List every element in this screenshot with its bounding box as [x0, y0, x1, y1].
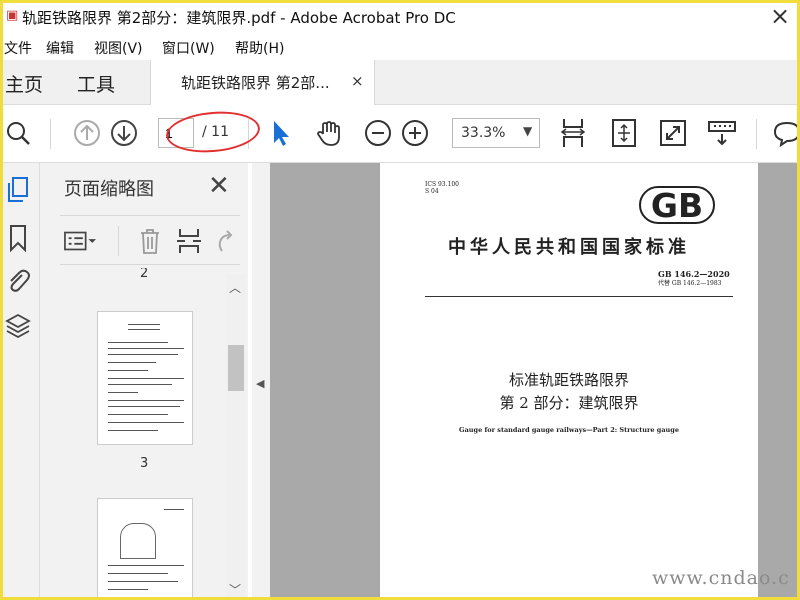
rotate-icon[interactable]: [208, 226, 240, 256]
navigation-rail: [0, 163, 40, 600]
menu-bar: 文件 编辑 视图(V) 窗口(W) 帮助(H): [0, 36, 800, 60]
chevron-up-icon[interactable]: ︿: [229, 279, 241, 296]
tab-tools[interactable]: 工具: [77, 70, 115, 97]
watermark-text: www.cndao.c: [652, 567, 790, 589]
menu-file[interactable]: 文件: [4, 38, 32, 58]
toolbar-divider: [756, 119, 757, 149]
search-icon[interactable]: [3, 118, 33, 148]
national-standard-heading: 中华人民共和国国家标准: [448, 237, 690, 258]
page-thumbnails-icon[interactable]: [4, 175, 32, 205]
bookmark-icon[interactable]: [4, 223, 32, 253]
keyboard-icon[interactable]: [707, 118, 737, 148]
zoom-value: 33.3%: [461, 125, 506, 141]
panel-divider: [118, 226, 119, 256]
full-screen-icon[interactable]: [658, 118, 688, 148]
chevron-down-icon: ▼: [523, 124, 533, 138]
thumbnail-page-4[interactable]: [97, 498, 193, 600]
chevron-down-icon[interactable]: ﹀: [229, 581, 241, 598]
standard-title-line2: 第 2 部分：建筑限界: [499, 394, 639, 412]
previous-page-icon[interactable]: [72, 118, 102, 148]
menu-window[interactable]: 窗口(W): [162, 38, 215, 58]
zoom-select[interactable]: 33.3% ▼: [452, 118, 540, 148]
menu-view[interactable]: 视图(V): [94, 38, 143, 58]
select-cursor-icon[interactable]: [266, 118, 296, 148]
layers-icon[interactable]: [4, 311, 32, 341]
gb-logo-text: GB: [651, 186, 703, 225]
fit-page-icon[interactable]: [609, 118, 639, 148]
panel-toolbar: [60, 215, 240, 265]
options-menu-icon[interactable]: [64, 226, 96, 256]
thumbnail-page-3[interactable]: [97, 311, 193, 445]
trash-icon[interactable]: [134, 226, 166, 256]
menu-help[interactable]: 帮助(H): [235, 38, 284, 58]
hand-tool-icon[interactable]: [314, 118, 344, 148]
standard-title-line1: 标准轨距铁路限界: [508, 371, 629, 389]
tab-close-button[interactable]: ×: [351, 72, 364, 90]
zoom-in-icon[interactable]: [400, 118, 430, 148]
zoom-out-icon[interactable]: [363, 118, 393, 148]
tab-bar: 主页 工具 轨距铁路限界 第2部... ×: [0, 60, 800, 105]
ics-code: ICS 93.100: [425, 181, 459, 188]
tab-document[interactable]: 轨距铁路限界 第2部... ×: [150, 60, 375, 105]
toolbar-divider: [50, 119, 51, 149]
standard-title-english: Gauge for standard gauge railways—Part 2…: [459, 426, 679, 434]
tab-home[interactable]: 主页: [5, 70, 43, 97]
panel-title: 页面缩略图: [64, 179, 154, 200]
document-page: ICS 93.100 S 04 GB 中华人民共和国国家标准 GB 146.2—…: [380, 163, 758, 600]
page-label-3: 3: [140, 456, 149, 471]
thumbnail-panel: 页面缩略图 ✕ 2 3: [40, 163, 248, 600]
collapse-arrow-icon: ◀: [256, 377, 265, 390]
thumbnail-scrollbar[interactable]: ︿ ﹀: [226, 275, 246, 600]
acrobat-icon: ▣: [6, 8, 19, 23]
toolbar: / 11 33.3% ▼: [0, 105, 800, 163]
window-title: 轨距铁路限界 第2部分：建筑限界.pdf - Adobe Acrobat Pro…: [22, 9, 456, 27]
thumbnail-list: 2 3: [60, 268, 230, 600]
next-page-icon[interactable]: [109, 118, 139, 148]
tab-document-label: 轨距铁路限界 第2部...: [181, 74, 330, 92]
close-icon[interactable]: ✕: [208, 171, 230, 201]
comment-icon[interactable]: [772, 118, 800, 148]
menu-edit[interactable]: 编辑: [46, 38, 74, 58]
window-close-button[interactable]: ×: [770, 2, 790, 30]
classification-code: S 04: [425, 188, 439, 195]
header-rule: [425, 296, 733, 297]
gb-logo: GB: [639, 186, 715, 225]
page-label-2: 2: [140, 268, 149, 281]
document-viewport[interactable]: ICS 93.100 S 04 GB 中华人民共和国国家标准 GB 146.2—…: [270, 163, 800, 600]
supersedes-code: 代替 GB 146.2—1983: [658, 280, 722, 287]
title-bar: ▣ 轨距铁路限界 第2部分：建筑限界.pdf - Adobe Acrobat P…: [0, 0, 800, 36]
insert-page-icon[interactable]: [173, 226, 205, 256]
scrollbar-thumb[interactable]: [228, 345, 244, 391]
attachment-icon[interactable]: [4, 266, 32, 296]
fit-width-icon[interactable]: [558, 118, 588, 148]
panel-collapse-handle[interactable]: ◀: [252, 163, 270, 600]
